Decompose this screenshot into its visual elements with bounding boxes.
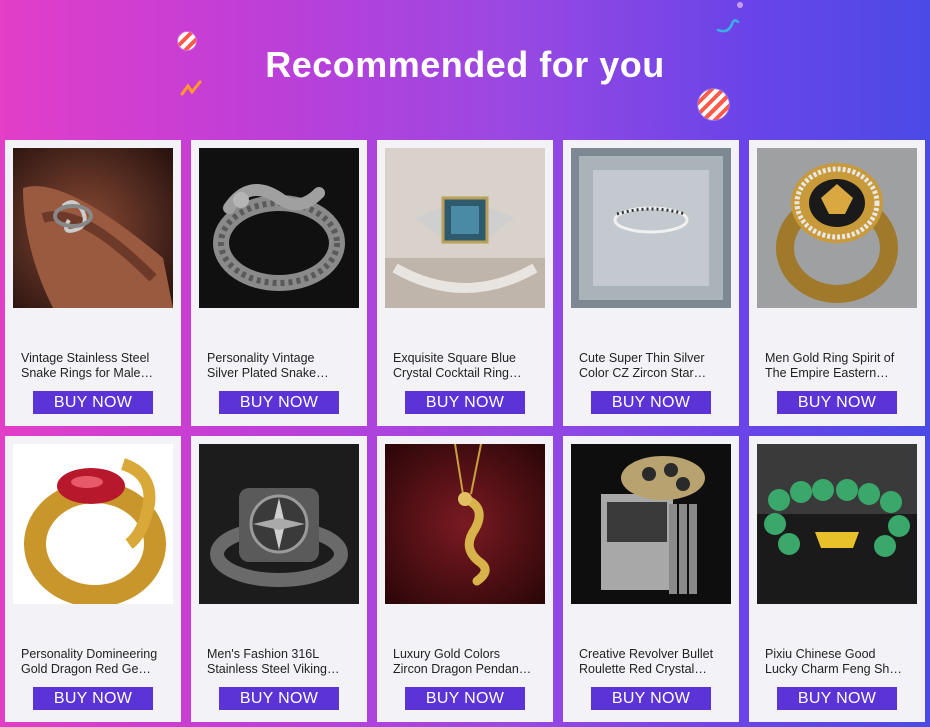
product-card[interactable]: Luxury Gold Colors Zircon Dragon Pendan…… <box>377 436 553 722</box>
buy-now-button[interactable]: BUY NOW <box>33 391 153 414</box>
product-card[interactable]: Creative Revolver Bullet Roulette Red Cr… <box>563 436 739 722</box>
product-name[interactable]: Pixiu Chinese Good Lucky Charm Feng Sh… <box>765 647 913 677</box>
buy-now-button[interactable]: BUY NOW <box>777 687 897 710</box>
product-image-gold-eagle-ring[interactable] <box>757 148 917 308</box>
product-name[interactable]: Personality Vintage Silver Plated Snake… <box>207 351 355 381</box>
product-image-revolver-ring[interactable] <box>571 444 731 604</box>
product-card[interactable]: Personality Domineering Gold Dragon Red … <box>5 436 181 722</box>
product-image-jade-bracelet[interactable] <box>757 444 917 604</box>
product-name[interactable]: Luxury Gold Colors Zircon Dragon Pendan… <box>393 647 541 677</box>
product-card[interactable]: Exquisite Square Blue Crystal Cocktail R… <box>377 140 553 426</box>
product-image-hand-snake-ring[interactable] <box>13 148 173 308</box>
product-card[interactable]: Cute Super Thin Silver Color CZ Zircon S… <box>563 140 739 426</box>
page-title: Recommended for you <box>265 44 665 85</box>
product-name[interactable]: Men's Fashion 316L Stainless Steel Vikin… <box>207 647 355 677</box>
product-name[interactable]: Exquisite Square Blue Crystal Cocktail R… <box>393 351 541 381</box>
buy-now-button[interactable]: BUY NOW <box>591 391 711 414</box>
product-image-thin-silver-ring[interactable] <box>571 148 731 308</box>
buy-now-button[interactable]: BUY NOW <box>219 391 339 414</box>
product-name[interactable]: Cute Super Thin Silver Color CZ Zircon S… <box>579 351 727 381</box>
product-card[interactable]: Men's Fashion 316L Stainless Steel Vikin… <box>191 436 367 722</box>
striped-ball-decoration <box>698 89 729 120</box>
product-name[interactable]: Men Gold Ring Spirit of The Empire Easte… <box>765 351 913 381</box>
product-image-gold-dragon-ring[interactable] <box>13 444 173 604</box>
buy-now-button[interactable]: BUY NOW <box>591 687 711 710</box>
product-card[interactable]: Personality Vintage Silver Plated Snake…… <box>191 140 367 426</box>
buy-now-button[interactable]: BUY NOW <box>219 687 339 710</box>
product-name[interactable]: Vintage Stainless Steel Snake Rings for … <box>21 351 169 381</box>
product-name[interactable]: Personality Domineering Gold Dragon Red … <box>21 647 169 677</box>
buy-now-button[interactable]: BUY NOW <box>405 391 525 414</box>
product-grid: Vintage Stainless Steel Snake Rings for … <box>5 140 925 722</box>
product-image-silver-snake-ring[interactable] <box>199 148 359 308</box>
product-card[interactable]: Vintage Stainless Steel Snake Rings for … <box>5 140 181 426</box>
product-name[interactable]: Creative Revolver Bullet Roulette Red Cr… <box>579 647 727 677</box>
buy-now-button[interactable]: BUY NOW <box>777 391 897 414</box>
product-card[interactable]: Men Gold Ring Spirit of The Empire Easte… <box>749 140 925 426</box>
buy-now-button[interactable]: BUY NOW <box>405 687 525 710</box>
product-card[interactable]: Pixiu Chinese Good Lucky Charm Feng Sh… … <box>749 436 925 722</box>
product-image-dragon-pendant[interactable] <box>385 444 545 604</box>
buy-now-button[interactable]: BUY NOW <box>33 687 153 710</box>
confetti-ribbon-icon <box>716 2 743 33</box>
product-image-viking-compass-ring[interactable] <box>199 444 359 604</box>
product-image-blue-crystal-ring[interactable] <box>385 148 545 308</box>
